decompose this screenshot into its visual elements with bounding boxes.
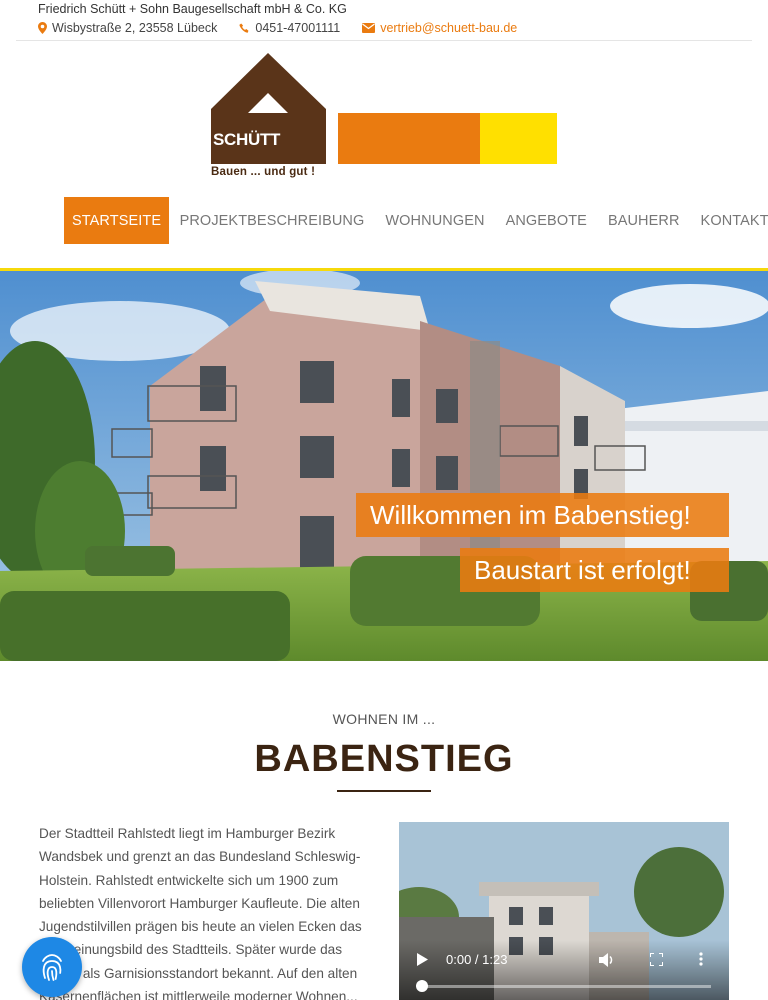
video-player[interactable]: 0:00 / 1:23 (399, 822, 729, 1000)
phone-icon (239, 22, 249, 33)
hero-banner-welcome: Willkommen im Babenstieg! (356, 493, 729, 537)
email-text: vertrieb@schuett-bau.de (380, 21, 518, 35)
hero-slider[interactable]: Willkommen im Babenstieg! Baustart ist e… (0, 271, 768, 661)
nav-item-bauherr[interactable]: Bauherr (597, 197, 690, 244)
logo-word: SCHÜTT (213, 130, 281, 149)
top-info-bar: Friedrich Schütt + Sohn Baugesellschaft … (16, 0, 752, 41)
intro-paragraph: Der Stadtteil Rahlstedt liegt im Hamburg… (39, 826, 362, 1000)
video-progress-track[interactable] (419, 985, 711, 988)
nav-item-kontakt[interactable]: Kontakt (690, 197, 768, 244)
logo-slogan: Bauen ... und gut ! (211, 166, 316, 178)
hero-banner-construction: Baustart ist erfolgt! (460, 548, 729, 592)
address-text: Wisbystraße 2, 23558 Lübeck (52, 21, 218, 35)
section-kicker: WOHNEN IM ... (332, 711, 436, 727)
nav-item-wohnungen[interactable]: Wohnungen (375, 197, 495, 244)
privacy-settings-button[interactable] (22, 937, 82, 997)
map-marker-icon (38, 22, 47, 34)
envelope-icon (362, 23, 376, 33)
fingerprint-icon (42, 954, 62, 981)
nav-item-projektbeschreibung[interactable]: Projektbeschreibung (169, 197, 375, 244)
nav-item-angebote[interactable]: Angebote (495, 197, 597, 244)
main-navigation: Startseite Projektbeschreibung Wohnungen… (64, 197, 768, 244)
hero-image (0, 271, 768, 661)
nav-item-startseite[interactable]: Startseite (64, 197, 170, 244)
more-options-icon[interactable] (699, 952, 703, 969)
fullscreen-icon[interactable] (649, 952, 664, 969)
phone[interactable]: 0451-47001111 (239, 21, 340, 35)
contact-row: Wisbystraße 2, 23558 Lübeck 0451-4700111… (38, 21, 539, 35)
title-underline (337, 790, 431, 792)
address: Wisbystraße 2, 23558 Lübeck (38, 21, 217, 35)
video-controls (399, 940, 729, 1000)
phone-text: 0451-47001111 (255, 21, 341, 35)
company-name: Friedrich Schütt + Sohn Baugesellschaft … (38, 2, 347, 16)
play-icon[interactable] (417, 953, 428, 969)
volume-icon[interactable] (599, 953, 615, 970)
email-link[interactable]: vertrieb@schuett-bau.de (362, 21, 517, 35)
video-time: 0:00 / 1:23 (446, 952, 508, 967)
video-progress-knob[interactable] (416, 980, 428, 992)
company-logo[interactable]: SCHÜTT Bauen ... und gut ! (211, 53, 561, 185)
section-title: BABENSTIEG (254, 738, 514, 780)
